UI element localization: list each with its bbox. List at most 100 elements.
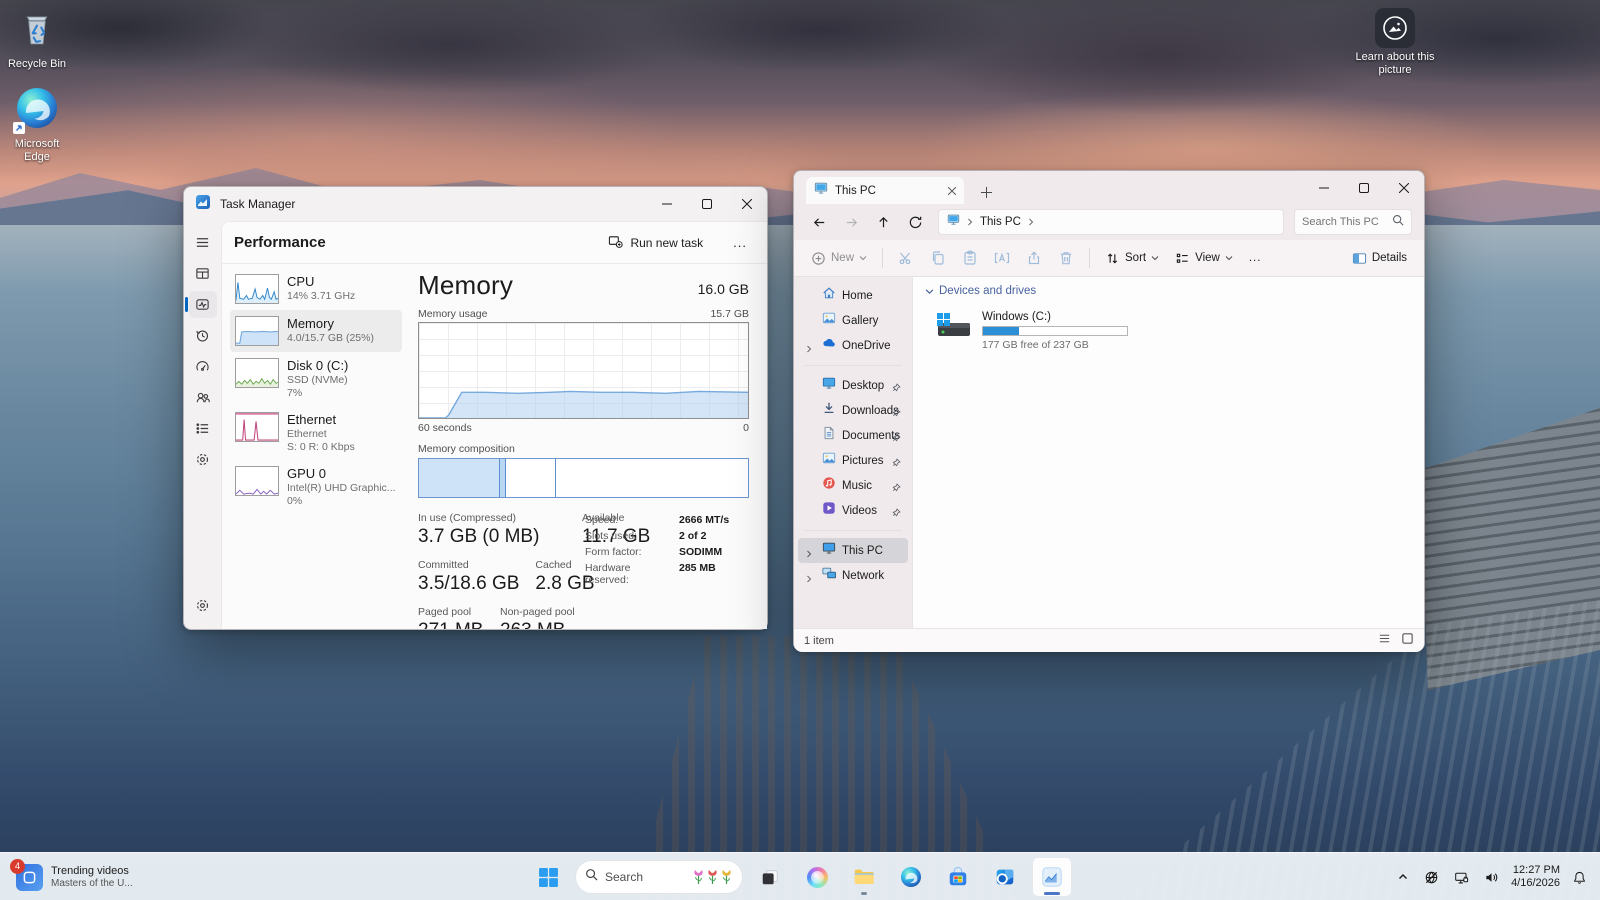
details-view-toggle[interactable] (1378, 632, 1391, 650)
memory-title: Memory (418, 270, 698, 301)
toolbar-more-button[interactable]: ... (1242, 247, 1269, 269)
chevron-down-icon (1225, 254, 1233, 262)
view-button[interactable]: View (1168, 246, 1240, 271)
edge-button[interactable] (891, 857, 931, 897)
tm-startup-apps-icon[interactable] (189, 353, 217, 380)
perf-item-gpu[interactable]: GPU 0Intel(R) UHD Graphic...0% (230, 460, 402, 514)
large-icons-view-toggle[interactable] (1401, 632, 1414, 650)
tm-menu-button[interactable] (189, 229, 217, 256)
forward-button[interactable] (838, 209, 864, 235)
delete-button[interactable] (1051, 245, 1081, 271)
drive-usage-fill (983, 327, 1019, 335)
tm-app-history-icon[interactable] (189, 322, 217, 349)
minimize-button[interactable] (647, 188, 687, 221)
tm-processes-icon[interactable] (189, 260, 217, 287)
new-tab-button[interactable] (974, 180, 998, 204)
copy-button[interactable] (923, 245, 953, 271)
sidebar-item-home[interactable]: Home (798, 283, 908, 308)
taskbar: 4 Trending videos Masters of the U... Se… (0, 852, 1600, 900)
chevron-down-icon (1151, 254, 1159, 262)
cut-button[interactable] (891, 245, 921, 271)
sidebar-item-gallery[interactable]: Gallery (798, 308, 908, 333)
memory-total: 16.0 GB (698, 281, 749, 297)
file-explorer-button[interactable] (844, 857, 884, 897)
tm-users-icon[interactable] (189, 384, 217, 411)
maximize-button[interactable] (687, 188, 727, 221)
run-new-task-button[interactable]: Run new task (600, 229, 711, 257)
ethernet-icon[interactable] (1451, 867, 1472, 888)
sidebar-item-onedrive[interactable]: OneDrive (798, 333, 908, 358)
volume-icon[interactable] (1481, 867, 1502, 888)
chevron-down-icon (859, 254, 867, 262)
file-explorer-icon (853, 866, 875, 888)
sidebar-item-desktop[interactable]: Desktop (798, 373, 908, 398)
memory-mini-graph (235, 316, 279, 346)
back-button[interactable] (806, 209, 832, 235)
address-bar[interactable]: This PC (938, 209, 1284, 235)
perf-item-ethernet[interactable]: EthernetEthernetS: 0 R: 0 Kbps (230, 406, 402, 460)
task-manager-titlebar[interactable]: Task Manager (184, 187, 767, 221)
pin-icon (891, 505, 901, 523)
desktop-icon-edge[interactable]: Microsoft Edge (0, 86, 82, 164)
sidebar-item-network[interactable]: Network (798, 563, 908, 588)
minimize-button[interactable] (1304, 171, 1344, 204)
desktop-icon-recycle-bin[interactable]: Recycle Bin (0, 8, 82, 71)
taskbar-search-box[interactable]: Search (575, 860, 743, 894)
memory-scale-max: 15.7 GB (710, 308, 749, 320)
chevron-right-icon[interactable] (805, 340, 813, 358)
maximize-button[interactable] (1344, 171, 1384, 204)
refresh-button[interactable] (902, 209, 928, 235)
sidebar-item-documents[interactable]: Documents (798, 423, 908, 448)
start-button[interactable] (528, 857, 568, 897)
tm-details-icon[interactable] (189, 415, 217, 442)
sidebar-item-pictures[interactable]: Pictures (798, 448, 908, 473)
tab-this-pc[interactable]: This PC (806, 177, 964, 204)
sort-button[interactable]: Sort (1098, 246, 1166, 271)
up-button[interactable] (870, 209, 896, 235)
new-button[interactable]: New (804, 246, 874, 271)
chevron-right-icon[interactable] (805, 570, 813, 588)
explorer-status-bar: 1 item (794, 628, 1424, 652)
group-header-devices[interactable]: Devices and drives (925, 285, 1412, 297)
drive-item-windows-c[interactable]: Windows (C:) 177 GB free of 237 GB (931, 307, 1131, 355)
tab-close-icon[interactable] (948, 182, 956, 200)
close-button[interactable] (1384, 171, 1424, 204)
chevron-right-icon[interactable] (805, 545, 813, 563)
sidebar-item-videos[interactable]: Videos (798, 498, 908, 523)
share-button[interactable] (1019, 245, 1049, 271)
perf-item-memory[interactable]: Memory4.0/15.7 GB (25%) (230, 310, 402, 352)
close-button[interactable] (727, 188, 767, 221)
sidebar-item-this-pc[interactable]: This PC (798, 538, 908, 563)
desktop-icon-learn-about-picture[interactable]: Learn about this picture (1350, 8, 1440, 77)
search-input[interactable]: Search This PC (1294, 209, 1412, 235)
rename-button[interactable] (987, 245, 1017, 271)
breadcrumb[interactable]: This PC (980, 216, 1021, 228)
task-manager-button[interactable] (1032, 857, 1072, 897)
tm-more-button[interactable]: ... (727, 233, 753, 252)
item-count: 1 item (804, 635, 834, 647)
copilot-button[interactable] (797, 857, 837, 897)
outlook-button[interactable] (985, 857, 1025, 897)
drive-usage-bar (982, 326, 1128, 336)
tm-performance-icon[interactable] (189, 291, 217, 318)
memory-usage-label: Memory usage (418, 308, 487, 320)
widgets-button[interactable]: 4 Trending videos Masters of the U... (10, 853, 139, 900)
system-tray: 12:27 PM 4/16/2026 (1394, 853, 1594, 900)
taskbar-clock[interactable]: 12:27 PM 4/16/2026 (1511, 864, 1560, 891)
notification-bell-icon[interactable] (1569, 867, 1590, 888)
hidden-icons-chevron[interactable] (1394, 868, 1412, 886)
no-internet-icon[interactable] (1421, 867, 1442, 888)
sidebar-item-downloads[interactable]: Downloads (798, 398, 908, 423)
task-manager-nav-rail (184, 221, 221, 629)
perf-item-cpu[interactable]: CPU14% 3.71 GHz (230, 268, 402, 310)
sidebar-item-music[interactable]: Music (798, 473, 908, 498)
paste-button[interactable] (955, 245, 985, 271)
page-title: Performance (234, 234, 600, 251)
task-view-button[interactable] (750, 857, 790, 897)
details-pane-button[interactable]: Details (1345, 246, 1414, 271)
tm-settings-icon[interactable] (189, 592, 217, 619)
perf-item-disk[interactable]: Disk 0 (C:)SSD (NVMe)7% (230, 352, 402, 406)
pin-icon (891, 405, 901, 423)
microsoft-store-button[interactable] (938, 857, 978, 897)
tm-services-icon[interactable] (189, 446, 217, 473)
